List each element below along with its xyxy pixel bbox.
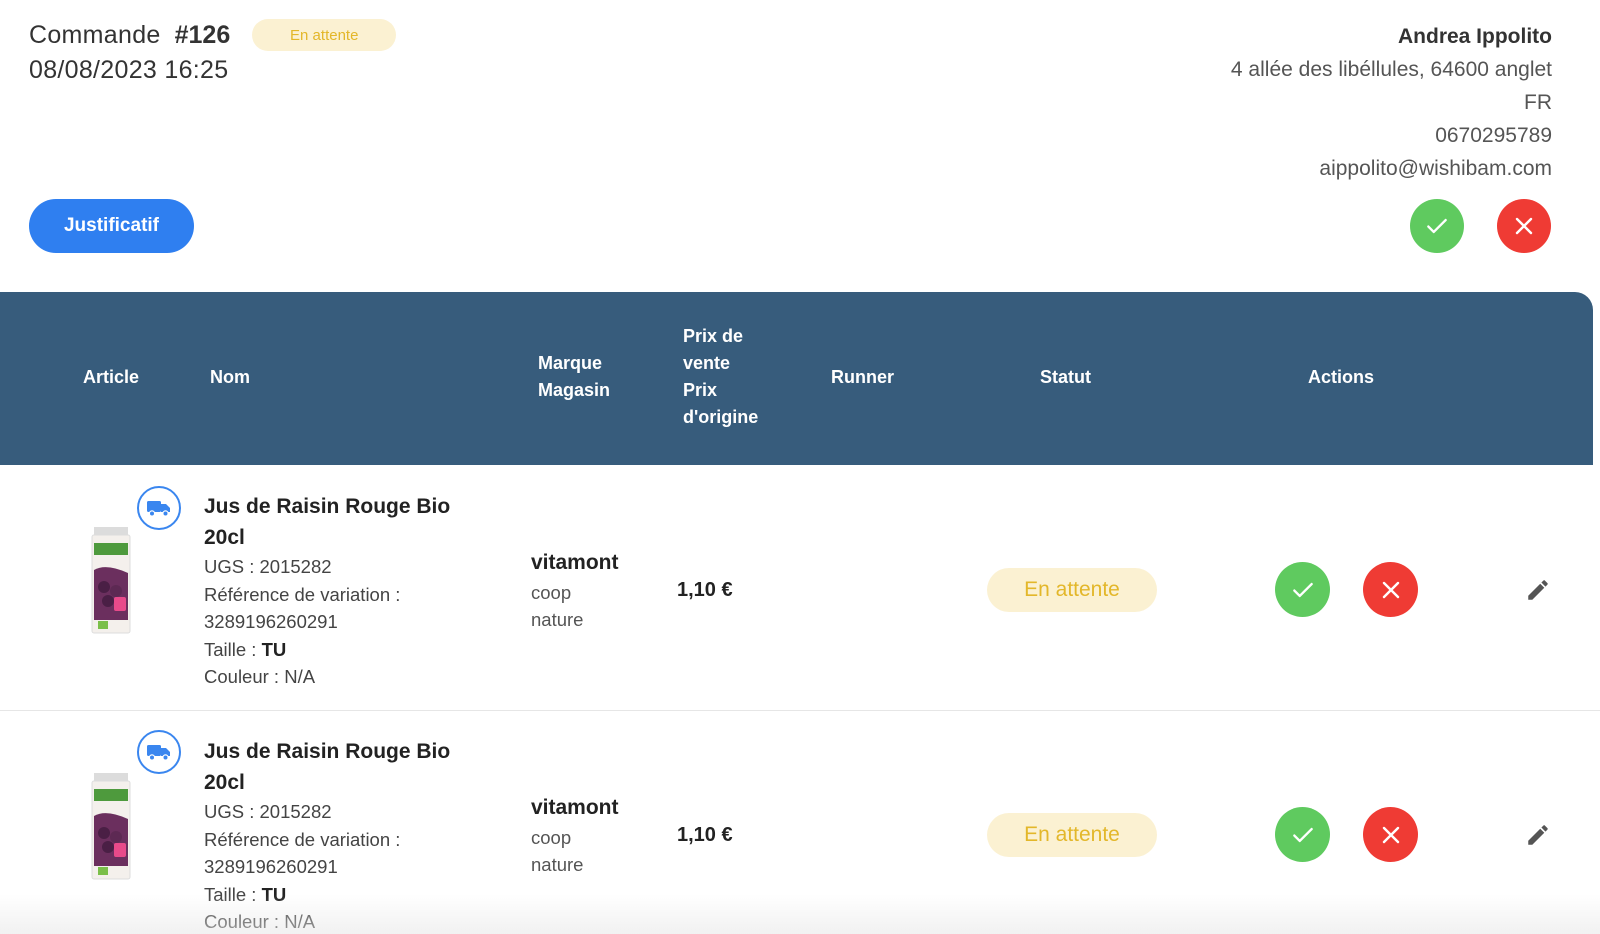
reject-item-button[interactable] (1363, 807, 1418, 862)
col-statut: Statut (1040, 367, 1091, 387)
customer-info: Andrea Ippolito 4 allée des libéllules, … (1231, 20, 1552, 185)
status-badge: En attente (987, 568, 1157, 612)
product-image (91, 773, 131, 880)
delivery-badge (137, 486, 181, 530)
accept-item-button[interactable] (1275, 562, 1330, 617)
product-size: Taille : TU (204, 638, 287, 660)
col-actions: Actions (1308, 367, 1375, 387)
product-image (91, 527, 131, 634)
order-status-badge: En attente (252, 19, 397, 51)
close-icon (1515, 217, 1533, 235)
order-date: 08/08/2023 16:25 (29, 56, 229, 84)
edit-item-button[interactable] (1523, 820, 1553, 850)
order-header: Commande #126 En attente 08/08/2023 16:2… (29, 18, 397, 85)
product-price: 1,10 € (677, 824, 733, 846)
product-color: Couleur : N/A (204, 911, 316, 932)
customer-phone: 0670295789 (1435, 124, 1552, 147)
product-name: Jus de Raisin Rouge Bio 20cl (204, 495, 451, 549)
check-icon (1292, 827, 1313, 842)
customer-email: aippolito@wishibam.com (1319, 157, 1552, 180)
product-ref-value: 3289196260291 (204, 611, 338, 632)
close-icon (1382, 826, 1399, 843)
col-marque: Marque Magasin (538, 353, 611, 400)
truck-icon (147, 501, 170, 517)
customer-address: 4 allée des libéllules, 64600 anglet (1230, 58, 1552, 81)
table-header: Article Nom Marque Magasin Prix de vente… (0, 292, 1593, 465)
pencil-icon (1528, 825, 1548, 845)
order-label: Commande (29, 20, 161, 49)
table-row: Jus de Raisin Rouge Bio 20cl UGS : 20152… (0, 711, 1600, 934)
product-store: coop nature (531, 827, 584, 875)
product-store: coop nature (531, 582, 584, 630)
product-brand: vitamont (531, 551, 619, 574)
product-ugs: UGS : 2015282 (204, 801, 332, 822)
order-number: #126 (174, 20, 231, 49)
product-details: UGS : 2015282 Référence de variation : 3… (204, 798, 400, 934)
reject-order-button[interactable] (1497, 199, 1551, 253)
product-ref-label: Référence de variation : (204, 828, 401, 850)
product-price: 1,10 € (677, 579, 733, 601)
pencil-icon (1528, 580, 1548, 600)
edit-item-button[interactable] (1523, 575, 1553, 605)
close-icon (1382, 581, 1399, 598)
check-icon (1427, 218, 1447, 234)
product-name: Jus de Raisin Rouge Bio 20cl (204, 740, 451, 794)
product-color: Couleur : N/A (204, 666, 316, 687)
delivery-badge (137, 730, 181, 774)
status-badge: En attente (987, 813, 1157, 857)
reject-item-button[interactable] (1363, 562, 1418, 617)
truck-icon (147, 745, 170, 761)
col-nom: Nom (210, 367, 250, 387)
product-ref-label: Référence de variation : (204, 583, 401, 605)
customer-country: FR (1524, 91, 1552, 114)
accept-order-button[interactable] (1410, 199, 1464, 253)
col-runner: Runner (831, 367, 894, 387)
col-article: Article (83, 367, 140, 387)
product-brand: vitamont (531, 796, 619, 819)
accept-item-button[interactable] (1275, 807, 1330, 862)
col-prix: Prix de vente Prix d'origine (683, 326, 759, 427)
justificatif-button[interactable]: Justificatif (29, 199, 194, 253)
product-details: UGS : 2015282 Référence de variation : 3… (204, 553, 400, 691)
customer-name: Andrea Ippolito (1398, 25, 1552, 48)
product-ugs: UGS : 2015282 (204, 556, 332, 577)
table-row: Jus de Raisin Rouge Bio 20cl UGS : 20152… (0, 465, 1600, 710)
product-size: Taille : TU (204, 883, 287, 905)
check-icon (1292, 582, 1313, 597)
product-ref-value: 3289196260291 (204, 856, 338, 877)
